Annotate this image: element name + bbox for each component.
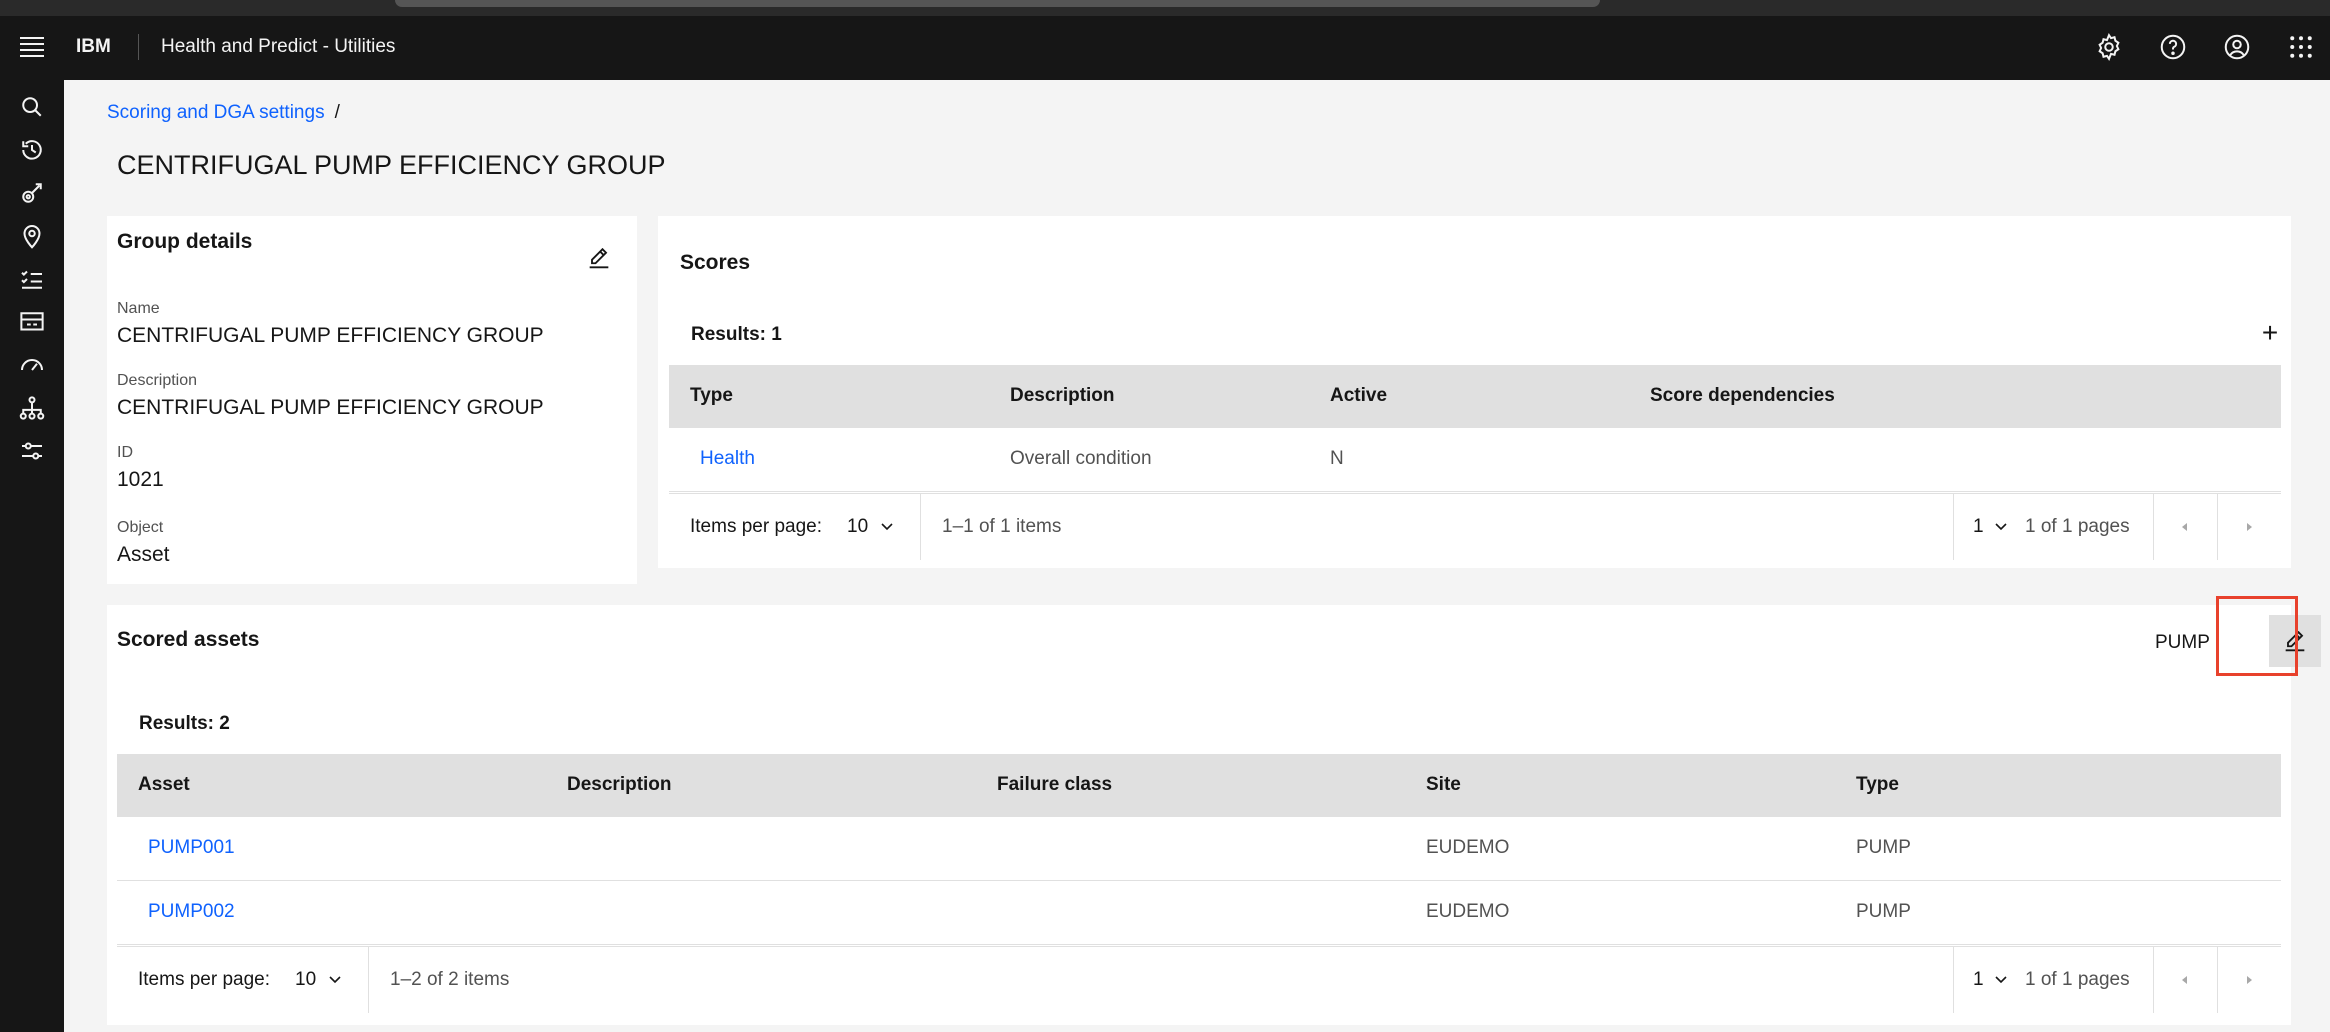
brand-name[interactable]: IBM: [76, 36, 111, 58]
asset-link[interactable]: PUMP001: [148, 837, 235, 859]
scores-title: Scores: [680, 251, 751, 274]
score-type-link[interactable]: Health: [700, 448, 755, 470]
items-per-page-select[interactable]: 10: [295, 969, 316, 991]
items-per-page-label: Items per page:: [690, 516, 823, 537]
asset-site: EUDEMO: [1426, 901, 1510, 922]
column-header-type[interactable]: Type: [690, 385, 733, 407]
browser-chrome: [0, 0, 2330, 16]
add-score-button[interactable]: +: [2254, 318, 2286, 350]
field-label-description: Description: [117, 372, 198, 389]
asset-site: EUDEMO: [1426, 837, 1510, 858]
column-header-active[interactable]: Active: [1330, 385, 1387, 407]
scored-assets-results-count: Results: 2: [139, 713, 230, 734]
asset-link[interactable]: PUMP002: [148, 901, 235, 923]
field-label-id: ID: [117, 444, 133, 461]
location-icon[interactable]: [17, 221, 47, 251]
highlight-annotation-box: [2216, 596, 2298, 676]
next-page-button[interactable]: [2217, 947, 2281, 1013]
field-label-name: Name: [117, 300, 160, 317]
total-pages: 1 of 1 pages: [2025, 516, 2130, 537]
next-page-button[interactable]: [2217, 494, 2281, 560]
column-header-score-dependencies[interactable]: Score dependencies: [1650, 385, 1835, 407]
column-header-asset[interactable]: Asset: [138, 774, 190, 796]
hamburger-menu-icon[interactable]: [20, 37, 44, 59]
page-title: CENTRIFUGAL PUMP EFFICIENCY GROUP: [117, 150, 666, 180]
scored-assets-table: Asset Description Failure class Site Typ…: [117, 754, 2281, 1018]
asset-type: PUMP: [1856, 837, 1911, 858]
score-active: N: [1330, 448, 1344, 469]
task-list-icon[interactable]: [17, 264, 47, 294]
gear-icon[interactable]: [2094, 32, 2124, 62]
field-label-object: Object: [117, 519, 164, 536]
scores-table: Type Description Active Score dependenci…: [669, 365, 2281, 562]
search-icon[interactable]: [17, 92, 47, 122]
speedometer-icon[interactable]: [17, 350, 47, 380]
table-row[interactable]: PUMP002 EUDEMO PUMP: [117, 881, 2281, 945]
pager-divider: [1953, 494, 1954, 560]
score-description: Overall condition: [1010, 448, 1152, 469]
scores-pagination: Items per page: 10 1–1 of 1 items 1 1 of…: [669, 493, 2281, 560]
pager-divider: [368, 947, 369, 1013]
page-select[interactable]: 1: [1973, 969, 1984, 991]
history-icon[interactable]: [17, 135, 47, 165]
scored-assets-pagination: Items per page: 10 1–2 of 2 items 1 1 of…: [117, 946, 2281, 1013]
field-value-name: CENTRIFUGAL PUMP EFFICIENCY GROUP: [117, 324, 544, 347]
chevron-down-icon[interactable]: [327, 971, 343, 987]
breadcrumb-separator: /: [334, 102, 340, 123]
chevron-down-icon[interactable]: [879, 518, 895, 534]
column-header-description[interactable]: Description: [1010, 385, 1115, 407]
header-divider: [138, 34, 139, 60]
previous-page-button[interactable]: [2153, 947, 2217, 1013]
asset-health-icon[interactable]: [17, 178, 47, 208]
column-header-site[interactable]: Site: [1426, 774, 1461, 796]
field-value-description: CENTRIFUGAL PUMP EFFICIENCY GROUP: [117, 396, 544, 419]
previous-page-button[interactable]: [2153, 494, 2217, 560]
edit-group-details-button[interactable]: [573, 232, 625, 284]
caret-right-icon: [2247, 976, 2252, 984]
chevron-down-icon[interactable]: [1993, 518, 2009, 534]
group-details-title: Group details: [117, 230, 253, 253]
scored-assets-table-header: Asset Description Failure class Site Typ…: [117, 754, 2281, 817]
product-name[interactable]: Health and Predict - Utilities: [161, 36, 395, 58]
chevron-down-icon[interactable]: [1993, 971, 2009, 987]
user-avatar-icon[interactable]: [2222, 32, 2252, 62]
pager-divider: [920, 494, 921, 560]
table-row[interactable]: Health Overall condition N: [669, 428, 2281, 492]
group-details-tile: Group details Name CENTRIFUGAL PUMP EFFI…: [107, 216, 637, 584]
asset-type-label: PUMP: [2155, 632, 2210, 653]
settings-sliders-icon[interactable]: [17, 436, 47, 466]
scores-table-header: Type Description Active Score dependenci…: [669, 365, 2281, 428]
scores-results-count: Results: 1: [691, 324, 782, 345]
items-per-page-label: Items per page:: [138, 969, 271, 990]
top-header: IBM Health and Predict - Utilities: [0, 16, 2330, 80]
scored-assets-tile: Scored assets PUMP Results: 2 Asset Desc…: [107, 605, 2321, 1025]
field-value-object: Asset: [117, 543, 170, 566]
column-header-description[interactable]: Description: [567, 774, 672, 796]
scored-assets-title: Scored assets: [117, 628, 260, 651]
items-per-page-select[interactable]: 10: [847, 516, 868, 538]
hierarchy-icon[interactable]: [17, 393, 47, 423]
column-header-failure-class[interactable]: Failure class: [997, 774, 1112, 796]
table-row[interactable]: PUMP001 EUDEMO PUMP: [117, 817, 2281, 881]
browser-address-bar: [395, 0, 1600, 7]
asset-type: PUMP: [1856, 901, 1911, 922]
caret-right-icon: [2247, 523, 2252, 531]
field-value-id: 1021: [117, 468, 164, 491]
app-switcher-icon[interactable]: [2286, 32, 2316, 62]
items-range: 1–1 of 1 items: [942, 516, 1062, 537]
total-pages: 1 of 1 pages: [2025, 969, 2130, 990]
breadcrumb-link-scoring-settings[interactable]: Scoring and DGA settings: [107, 102, 325, 123]
caret-left-icon: [2182, 976, 2187, 984]
help-icon[interactable]: [2158, 32, 2188, 62]
dashboard-icon[interactable]: [17, 307, 47, 337]
edit-icon: [589, 247, 609, 269]
scores-tile: Scores Results: 1 + Type Description Act…: [658, 216, 2291, 568]
pager-divider: [1953, 947, 1954, 1013]
breadcrumb: Scoring and DGA settings /: [107, 102, 340, 124]
side-nav: [0, 80, 64, 1032]
items-range: 1–2 of 2 items: [390, 969, 510, 990]
column-header-type[interactable]: Type: [1856, 774, 1899, 796]
caret-left-icon: [2182, 523, 2187, 531]
page-select[interactable]: 1: [1973, 516, 1984, 538]
